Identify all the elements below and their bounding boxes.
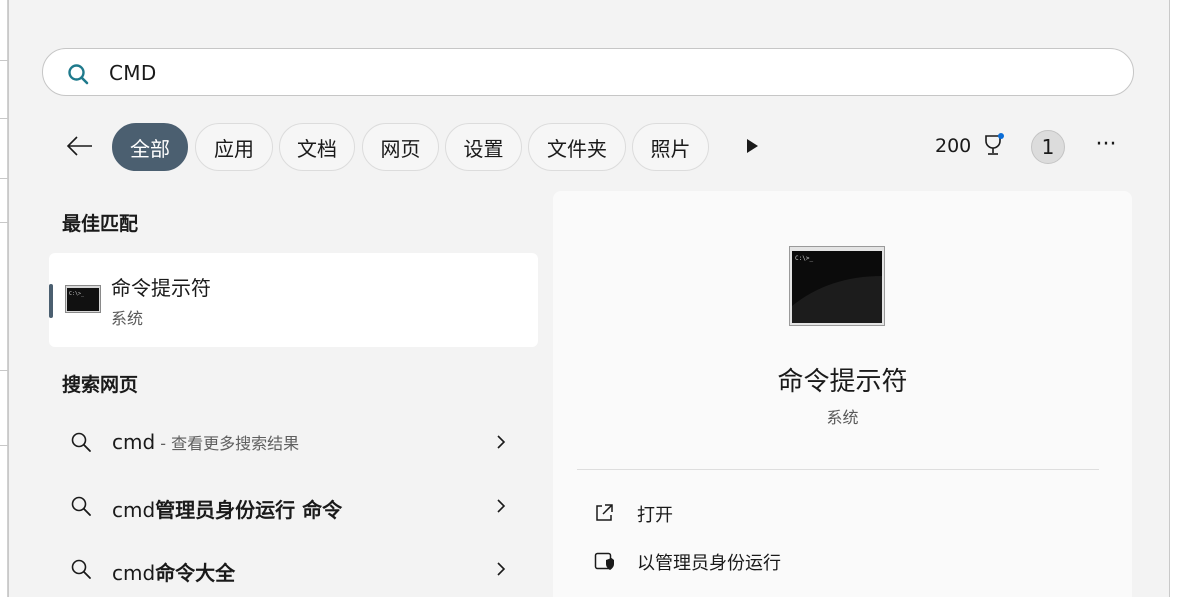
web-query-prefix: cmd: [112, 561, 156, 585]
filter-chip-documents[interactable]: 文档: [279, 123, 355, 171]
best-match-item[interactable]: C:\>_ 命令提示符 系统: [49, 253, 538, 347]
more-filters-play-icon[interactable]: [744, 138, 760, 154]
best-match-subtitle: 系统: [111, 309, 144, 328]
trophy-icon[interactable]: [980, 132, 1006, 158]
search-icon: [71, 496, 91, 516]
chip-label: 全部: [130, 136, 170, 161]
web-query-hint: - 查看更多搜索结果: [155, 434, 300, 453]
open-external-icon: [596, 504, 613, 521]
web-query-prefix: cmd: [112, 430, 156, 454]
chevron-right-icon: [497, 499, 506, 513]
open-action-label: 打开: [637, 505, 673, 526]
search-query-text[interactable]: CMD: [109, 61, 157, 85]
run-as-admin-label: 以管理员身份运行: [637, 553, 781, 574]
search-icon: [68, 64, 89, 85]
filter-chip-web[interactable]: 网页: [362, 123, 439, 171]
details-subtitle: 系统: [826, 408, 859, 427]
search-input[interactable]: CMD: [42, 48, 1134, 96]
filter-chip-apps[interactable]: 应用: [195, 123, 273, 171]
chip-label: 设置: [463, 136, 504, 161]
chip-label: 应用: [214, 136, 254, 161]
details-pane: C:\>_ 命令提示符 系统 打开 以管理员身份运行: [553, 191, 1132, 597]
chevron-right-icon: [497, 435, 506, 449]
back-arrow-icon[interactable]: [64, 130, 96, 162]
background-window-edge: [0, 0, 8, 597]
background-right-edge: [1170, 0, 1183, 597]
svg-text:C:\>_: C:\>_: [795, 255, 813, 262]
svg-text:C:\>_: C:\>_: [69, 291, 85, 297]
chip-label: 网页: [380, 136, 421, 161]
run-as-admin-action[interactable]: 以管理员身份运行: [593, 545, 893, 575]
command-prompt-large-icon: C:\>_: [789, 246, 885, 326]
web-search-row[interactable]: cmd管理员身份运行 命令: [58, 486, 532, 526]
search-icon: [71, 432, 91, 452]
chip-label: 照片: [650, 136, 691, 161]
open-action[interactable]: 打开: [593, 497, 893, 527]
web-search-row[interactable]: cmd - 查看更多搜索结果: [58, 422, 532, 462]
account-badge[interactable]: 1: [1031, 130, 1065, 164]
best-match-title: 命令提示符: [111, 276, 211, 300]
selection-indicator: [49, 284, 53, 318]
filter-chip-folders[interactable]: 文件夹: [528, 123, 626, 171]
admin-shield-icon: [594, 552, 614, 570]
web-query-prefix: cmd: [112, 498, 156, 522]
details-title: 命令提示符: [777, 367, 908, 397]
web-search-heading: 搜索网页: [62, 374, 139, 396]
filter-chip-photos[interactable]: 照片: [632, 123, 709, 171]
chevron-right-icon: [497, 562, 506, 576]
divider: [577, 469, 1099, 470]
web-search-row[interactable]: cmd命令大全: [58, 549, 532, 589]
chip-label: 文档: [297, 136, 337, 161]
web-query-suggestion: 命令大全: [155, 561, 236, 585]
more-options-icon[interactable]: ···: [1092, 134, 1120, 156]
filter-chip-settings[interactable]: 设置: [445, 123, 522, 171]
command-prompt-icon: C:\>_: [65, 285, 101, 313]
badge-count: 1: [1041, 135, 1055, 159]
best-match-heading: 最佳匹配: [62, 213, 139, 235]
chip-label: 文件夹: [547, 136, 607, 161]
web-query-suggestion: 管理员身份运行 命令: [155, 498, 343, 522]
filter-chip-all[interactable]: 全部: [112, 123, 188, 171]
search-icon: [71, 559, 91, 579]
rewards-points: 200: [935, 135, 972, 157]
